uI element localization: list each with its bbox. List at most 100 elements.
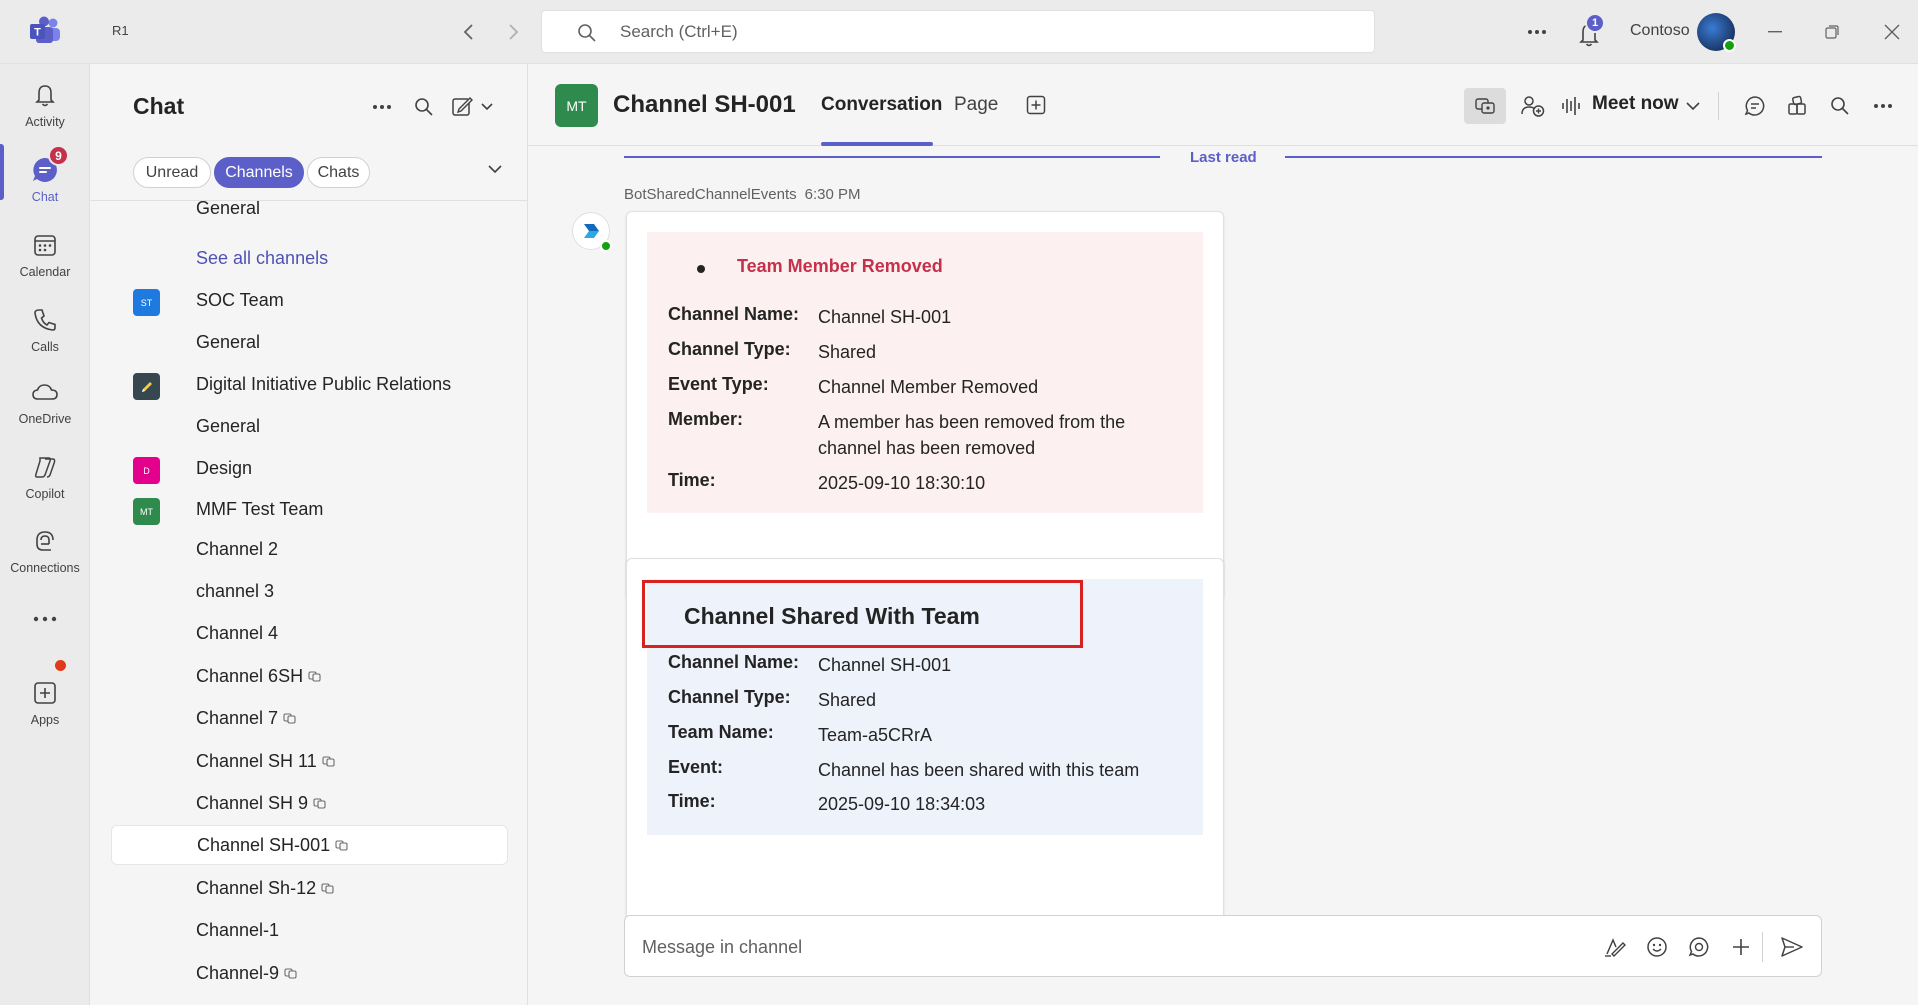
channel-title: Channel SH-001 xyxy=(613,91,796,118)
teams-logo-icon[interactable]: T xyxy=(28,16,62,46)
rail-label: Chat xyxy=(31,190,59,204)
card-body: Team Member Removed Channel Name: Channel… xyxy=(647,232,1203,513)
sidebar-row-label: Design xyxy=(196,457,253,478)
channel-info-icon[interactable] xyxy=(1464,88,1506,124)
sidebar-row-label: Channel 2 xyxy=(196,538,279,559)
sidebar-team-soc-team[interactable]: ST SOC Team xyxy=(111,280,508,320)
sidebar-channel-general[interactable]: General xyxy=(111,322,508,362)
minimize-icon[interactable] xyxy=(1759,16,1791,48)
sidebar-row-label: MMF Test Team xyxy=(196,498,324,519)
sidebar-row-label: Channel 6SH xyxy=(196,665,304,686)
sidebar-channel-general[interactable]: General xyxy=(111,201,508,228)
bot-avatar[interactable] xyxy=(572,212,612,252)
search-icon[interactable] xyxy=(409,92,439,122)
sidebar-channel-channel-4[interactable]: Channel 4 xyxy=(111,613,508,653)
meet-now-button[interactable]: Meet now xyxy=(1592,93,1679,115)
sidebar-channel-channel-2[interactable]: Channel 2 xyxy=(111,529,508,569)
sender-name[interactable]: BotSharedChannelEvents xyxy=(624,186,797,203)
audio-wave-icon[interactable] xyxy=(1558,88,1584,124)
field-value: 2025-09-10 18:34:03 xyxy=(818,794,986,814)
message-input[interactable] xyxy=(642,934,1542,960)
rail-item-calendar[interactable]: Calendar xyxy=(0,220,90,290)
emoji-icon[interactable] xyxy=(1641,931,1673,963)
field-key: Channel Name: xyxy=(668,304,800,324)
sidebar-channel-channel-sh-001[interactable]: Channel SH-001 xyxy=(111,825,508,865)
search-icon xyxy=(578,24,596,42)
add-tab-icon[interactable] xyxy=(1018,87,1054,123)
rail-item-apps[interactable]: Apps xyxy=(0,668,90,738)
search-input[interactable] xyxy=(620,20,1320,44)
field-key: Time: xyxy=(668,791,716,811)
bullet-icon xyxy=(697,265,705,273)
sidebar-channel-channel-sh-9[interactable]: Channel SH 9 xyxy=(111,783,508,823)
team-avatar xyxy=(133,373,160,400)
shared-channel-icon xyxy=(313,796,327,810)
send-icon[interactable] xyxy=(1776,931,1808,963)
close-icon[interactable] xyxy=(1876,16,1908,48)
sidebar-team-digital-initiative-public-relations[interactable]: Digital Initiative Public Relations xyxy=(111,364,508,404)
search-box[interactable] xyxy=(541,10,1375,53)
plus-icon[interactable] xyxy=(1725,931,1757,963)
sidebar-channel-channel-9[interactable]: Channel-9 xyxy=(111,953,508,993)
main-pane: MT Channel SH-001 Conversation Page Meet… xyxy=(528,64,1918,1005)
sidebar-channel-channel-sh-12[interactable]: Channel Sh-12 xyxy=(111,868,508,908)
highlight-annotation-box xyxy=(642,580,1083,648)
tab-page[interactable]: Page xyxy=(954,94,998,116)
filter-channels[interactable]: Channels xyxy=(214,157,304,188)
loop-component-icon[interactable] xyxy=(1683,931,1715,963)
rail-item-calls[interactable]: Calls xyxy=(0,295,90,365)
new-chat-compose-icon[interactable] xyxy=(450,92,498,122)
card-title: Team Member Removed xyxy=(737,256,943,276)
search-icon[interactable] xyxy=(1822,88,1858,124)
tab-conversation[interactable]: Conversation xyxy=(821,94,942,116)
sidebar-team-design[interactable]: D Design xyxy=(111,448,508,488)
org-name[interactable]: Contoso xyxy=(1630,22,1690,40)
sidebar-channel-channel-7[interactable]: Channel 7 xyxy=(111,698,508,738)
more-horizontal-icon xyxy=(30,604,60,634)
sidebar-channel-channel-1[interactable]: Channel-1 xyxy=(111,910,508,950)
tenant-label[interactable]: R1 xyxy=(112,23,129,38)
rail-label: Copilot xyxy=(25,487,65,501)
field-key: Channel Type: xyxy=(668,339,791,359)
filter-chats[interactable]: Chats xyxy=(307,157,370,188)
rail-item-activity[interactable]: Activity xyxy=(0,70,90,140)
apps-icon[interactable] xyxy=(1780,88,1816,124)
filter-unread[interactable]: Unread xyxy=(133,157,211,188)
field-key: Channel Type: xyxy=(668,687,791,707)
presence-available-icon xyxy=(600,240,612,252)
rail-item-connections[interactable]: Connections xyxy=(0,516,90,586)
format-text-icon[interactable] xyxy=(1599,931,1631,963)
field-value: 2025-09-10 18:30:10 xyxy=(818,473,986,493)
header-separator xyxy=(1718,92,1719,120)
sidebar-channel-channel-sh-11[interactable]: Channel SH 11 xyxy=(111,741,508,781)
sidebar-link-see-all-channels[interactable]: See all channels xyxy=(111,238,508,278)
more-options-icon[interactable] xyxy=(367,92,397,122)
rail-item-copilot[interactable]: Copilot xyxy=(0,442,90,512)
shared-channel-icon xyxy=(322,754,336,768)
rail-label: Connections xyxy=(10,561,80,575)
field-key: Team Name: xyxy=(668,722,774,742)
conversation-icon[interactable] xyxy=(1737,88,1773,124)
sidebar-row-label: Digital Initiative Public Relations xyxy=(196,373,452,394)
sidebar-channel-channel-3[interactable]: channel 3 xyxy=(111,571,508,611)
back-icon[interactable] xyxy=(455,18,483,46)
forward-icon[interactable] xyxy=(499,18,527,46)
sidebar-team-mmf-test-team[interactable]: MT MMF Test Team xyxy=(111,489,508,529)
people-add-icon[interactable] xyxy=(1515,88,1551,124)
sidebar-channel-channel-6sh[interactable]: Channel 6SH xyxy=(111,656,508,696)
restore-icon[interactable] xyxy=(1816,16,1848,48)
team-avatar: ST xyxy=(133,289,160,316)
more-options-icon[interactable] xyxy=(1522,18,1552,46)
sidebar-row-label: See all channels xyxy=(196,247,329,268)
chevron-down-icon[interactable] xyxy=(1681,88,1705,124)
profile-avatar[interactable] xyxy=(1697,13,1736,52)
sidebar-row-label: channel 3 xyxy=(196,580,275,601)
chevron-down-icon[interactable] xyxy=(480,154,510,184)
notification-count-badge: 1 xyxy=(1585,13,1605,33)
sidebar-row-label: General xyxy=(196,331,261,352)
rail-item-onedrive[interactable]: OneDrive xyxy=(0,367,90,437)
rail-more-apps[interactable] xyxy=(0,594,90,644)
rail-item-chat[interactable]: Chat xyxy=(0,145,90,215)
more-options-icon[interactable] xyxy=(1865,88,1901,124)
sidebar-channel-general[interactable]: General xyxy=(111,406,508,446)
